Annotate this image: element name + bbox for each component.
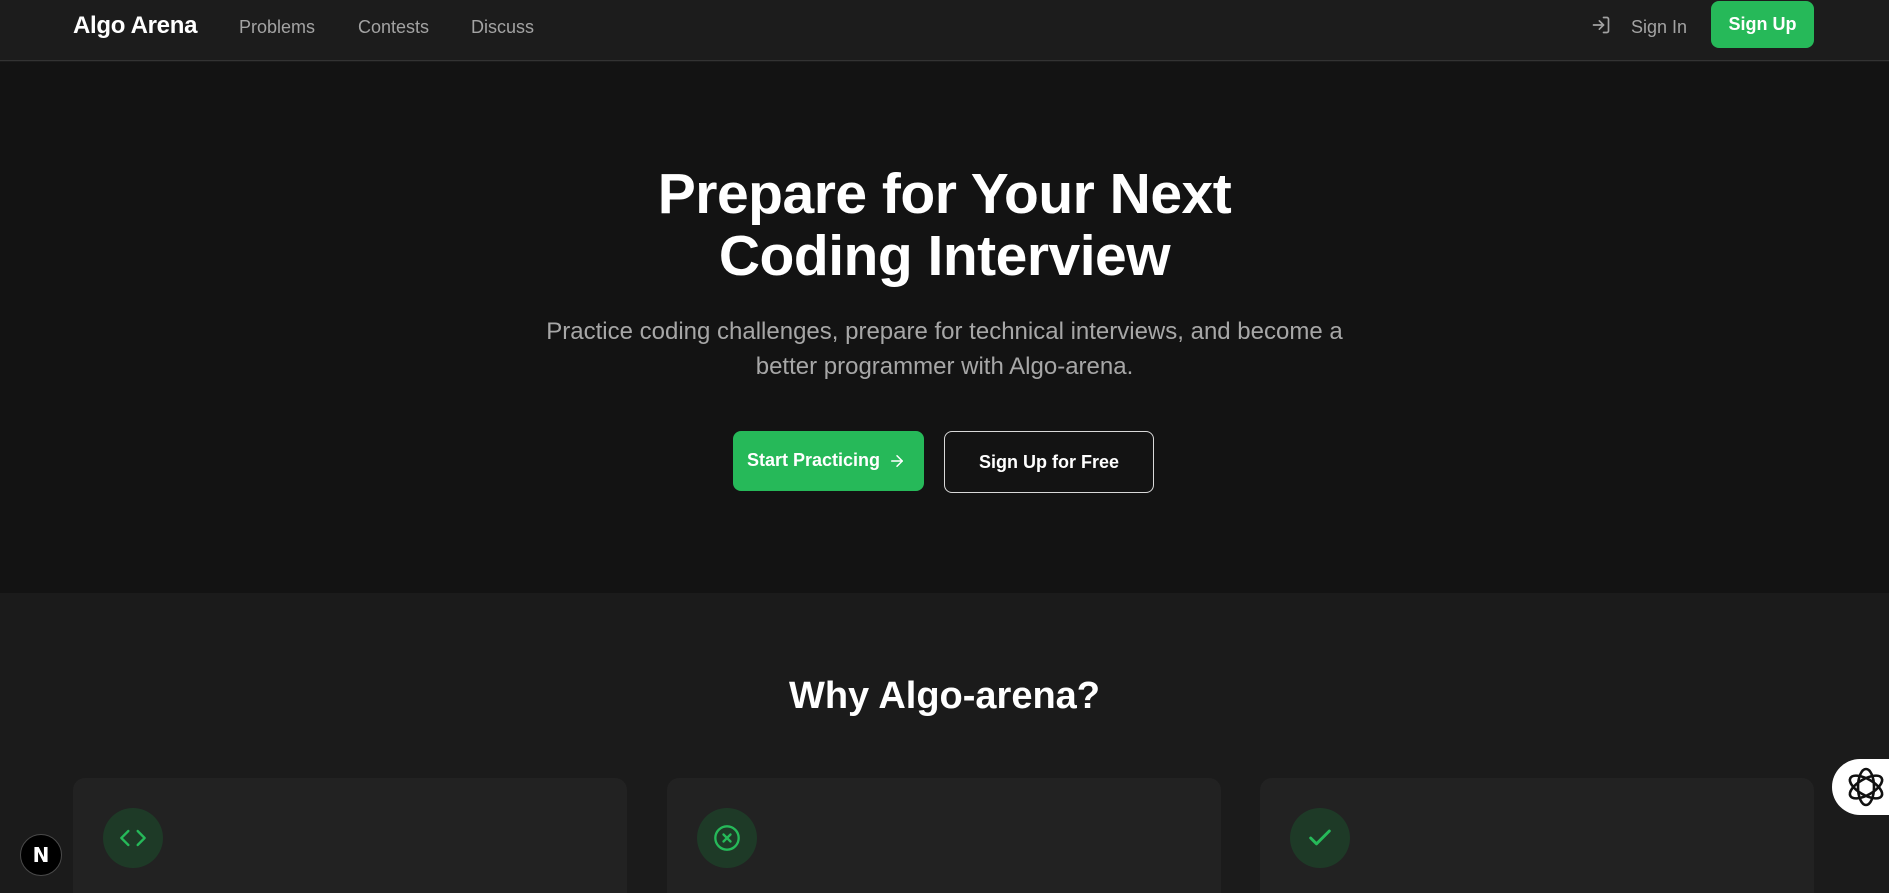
nav-link-problems[interactable]: Problems	[239, 17, 315, 38]
nav-link-discuss[interactable]: Discuss	[471, 17, 534, 38]
nextjs-dev-badge[interactable]: N	[20, 834, 62, 876]
hero-title-line-1: Prepare for Your Next	[657, 162, 1232, 226]
start-practicing-label: Start Practicing	[747, 450, 881, 470]
hero-subtitle: Practice coding challenges, prepare for …	[520, 314, 1369, 384]
start-practicing-button[interactable]: Start Practicing	[733, 431, 924, 491]
top-navbar: Algo Arena Problems Contests Discuss Sig…	[0, 0, 1889, 61]
check-icon	[1309, 829, 1331, 846]
openai-logo-icon	[1848, 767, 1884, 807]
hero-title-line-2: Coding Interview	[718, 224, 1171, 288]
brand-logo[interactable]: Algo Arena	[73, 12, 197, 40]
code-icon-badge	[103, 808, 163, 868]
x-circle-icon-badge	[697, 808, 757, 868]
nav-link-contests[interactable]: Contests	[358, 17, 429, 38]
hero-title: Prepare for Your Next Coding Interview	[0, 163, 1889, 287]
feature-card-1	[73, 778, 627, 893]
hero-subtitle-line-1: Practice coding challenges, prepare for …	[546, 318, 1343, 345]
hero-subtitle-line-2: better programmer with Algo-arena.	[755, 353, 1134, 380]
why-section-title: Why Algo-arena?	[788, 675, 1101, 717]
x-circle-icon	[714, 825, 740, 851]
feature-card-2	[667, 778, 1221, 893]
check-icon-badge	[1290, 808, 1350, 868]
sign-in-link[interactable]: Sign In	[1631, 17, 1687, 38]
log-in-icon	[1592, 16, 1610, 34]
arrow-right-icon	[891, 455, 903, 467]
side-assistant-widget[interactable]	[1832, 759, 1889, 815]
feature-card-3	[1260, 778, 1814, 893]
code-icon	[120, 829, 146, 847]
hero-section: Prepare for Your Next Coding Interview P…	[0, 62, 1889, 593]
sign-up-free-button[interactable]: Sign Up for Free	[944, 431, 1154, 493]
sign-up-button[interactable]: Sign Up	[1711, 1, 1814, 48]
